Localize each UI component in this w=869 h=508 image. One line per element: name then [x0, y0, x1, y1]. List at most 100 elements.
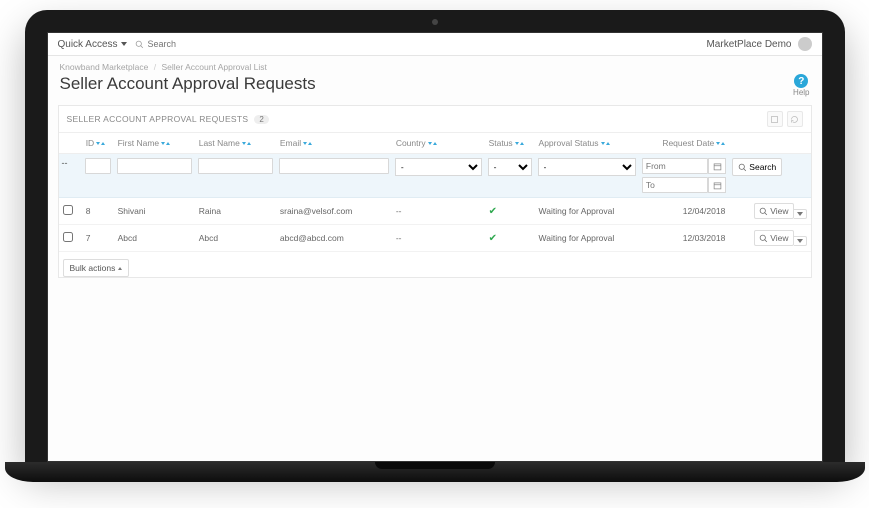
search-label: Search	[749, 162, 776, 172]
cell-country: --	[392, 198, 485, 225]
sort-up-icon	[247, 142, 251, 145]
cell-last-name: Raina	[195, 198, 276, 225]
view-button[interactable]: View	[754, 203, 793, 219]
sort-down-icon	[428, 142, 432, 145]
check-icon: ✔	[489, 233, 497, 244]
filter-country[interactable]: -	[395, 158, 482, 176]
cell-first-name: Shivani	[114, 198, 195, 225]
top-bar: Quick Access MarketPlace Demo	[48, 33, 822, 56]
col-request-date[interactable]: Request Date	[662, 138, 714, 148]
cell-email: sraina@velsof.com	[276, 198, 392, 225]
sort-down-icon	[716, 142, 720, 145]
bulk-label: Bulk actions	[70, 263, 116, 273]
col-status[interactable]: Status	[489, 138, 513, 148]
approval-panel: SELLER ACCOUNT APPROVAL REQUESTS 2	[58, 105, 812, 278]
user-label: MarketPlace Demo	[706, 39, 791, 50]
col-email[interactable]: Email	[280, 138, 301, 148]
view-button[interactable]: View	[754, 230, 793, 246]
filter-date-from[interactable]	[642, 158, 708, 174]
help-label: Help	[793, 88, 809, 97]
filter-row: -- - - -	[59, 154, 811, 198]
calendar-from-button[interactable]	[708, 158, 726, 174]
cell-last-name: Abcd	[195, 225, 276, 252]
avatar[interactable]	[798, 37, 812, 51]
caret-up-icon	[118, 267, 122, 270]
cell-first-name: Abcd	[114, 225, 195, 252]
search-icon	[759, 207, 768, 216]
row-checkbox[interactable]	[63, 205, 73, 215]
filter-status[interactable]: -	[488, 158, 532, 176]
sort-down-icon	[242, 142, 246, 145]
sort-up-icon	[308, 142, 312, 145]
search-icon	[759, 234, 768, 243]
filter-email[interactable]	[279, 158, 389, 174]
export-icon	[770, 115, 779, 124]
cell-request-date: 12/03/2018	[639, 225, 729, 252]
help-button[interactable]: ? Help	[793, 74, 809, 97]
cell-id: 7	[82, 225, 114, 252]
global-search[interactable]	[135, 39, 248, 49]
breadcrumb-leaf: Seller Account Approval List	[161, 62, 266, 72]
breadcrumb: Knowband Marketplace / Seller Account Ap…	[48, 56, 822, 74]
filter-last-name[interactable]	[198, 158, 273, 174]
col-approval-status[interactable]: Approval Status	[539, 138, 599, 148]
sort-down-icon	[96, 142, 100, 145]
col-last-name[interactable]: Last Name	[199, 138, 240, 148]
sort-up-icon	[606, 142, 610, 145]
approval-table: ID First Name Last Name Email Country St…	[59, 133, 811, 277]
caret-down-icon	[797, 239, 803, 243]
filter-id[interactable]	[85, 158, 111, 174]
cell-email: abcd@abcd.com	[276, 225, 392, 252]
refresh-icon	[790, 115, 799, 124]
table-row: 8 Shivani Raina sraina@velsof.com -- ✔ W…	[59, 198, 811, 225]
col-country[interactable]: Country	[396, 138, 426, 148]
refresh-button[interactable]	[787, 111, 803, 127]
panel-title: SELLER ACCOUNT APPROVAL REQUESTS	[67, 114, 249, 124]
view-label: View	[770, 206, 788, 216]
cell-request-date: 12/04/2018	[639, 198, 729, 225]
col-id[interactable]: ID	[86, 138, 95, 148]
calendar-icon	[713, 162, 722, 171]
cell-approval-status: Waiting for Approval	[535, 198, 639, 225]
filter-approval-status[interactable]: -	[538, 158, 636, 176]
quick-access-menu[interactable]: Quick Access	[58, 39, 127, 50]
sort-down-icon	[515, 142, 519, 145]
page-title: Seller Account Approval Requests	[60, 74, 316, 94]
row-checkbox[interactable]	[63, 232, 73, 242]
breadcrumb-sep: /	[154, 62, 156, 72]
view-dropdown[interactable]	[794, 236, 807, 246]
col-first-name[interactable]: First Name	[118, 138, 160, 148]
sort-up-icon	[433, 142, 437, 145]
breadcrumb-root[interactable]: Knowband Marketplace	[60, 62, 149, 72]
laptop-camera	[432, 19, 438, 25]
cell-approval-status: Waiting for Approval	[535, 225, 639, 252]
sort-up-icon	[101, 142, 105, 145]
search-icon	[135, 40, 144, 49]
filter-check-dash: --	[62, 158, 68, 168]
sort-up-icon	[166, 142, 170, 145]
filter-date-to[interactable]	[642, 177, 708, 193]
bulk-actions-button[interactable]: Bulk actions	[63, 259, 130, 277]
calendar-icon	[713, 181, 722, 190]
caret-down-icon	[121, 42, 127, 46]
calendar-to-button[interactable]	[708, 177, 726, 193]
sort-up-icon	[721, 142, 725, 145]
view-dropdown[interactable]	[794, 209, 807, 219]
quick-access-label: Quick Access	[58, 39, 118, 50]
search-input[interactable]	[148, 39, 248, 49]
sort-up-icon	[520, 142, 524, 145]
panel-count-badge: 2	[254, 115, 269, 124]
sort-down-icon	[161, 142, 165, 145]
sort-down-icon	[303, 142, 307, 145]
filter-search-button[interactable]: Search	[732, 158, 782, 176]
table-row: 7 Abcd Abcd abcd@abcd.com -- ✔ Waiting f…	[59, 225, 811, 252]
filter-first-name[interactable]	[117, 158, 192, 174]
cell-country: --	[392, 225, 485, 252]
export-button[interactable]	[767, 111, 783, 127]
sort-down-icon	[601, 142, 605, 145]
caret-down-icon	[797, 212, 803, 216]
cell-id: 8	[82, 198, 114, 225]
view-label: View	[770, 233, 788, 243]
search-icon	[738, 163, 747, 172]
help-icon: ?	[794, 74, 808, 88]
